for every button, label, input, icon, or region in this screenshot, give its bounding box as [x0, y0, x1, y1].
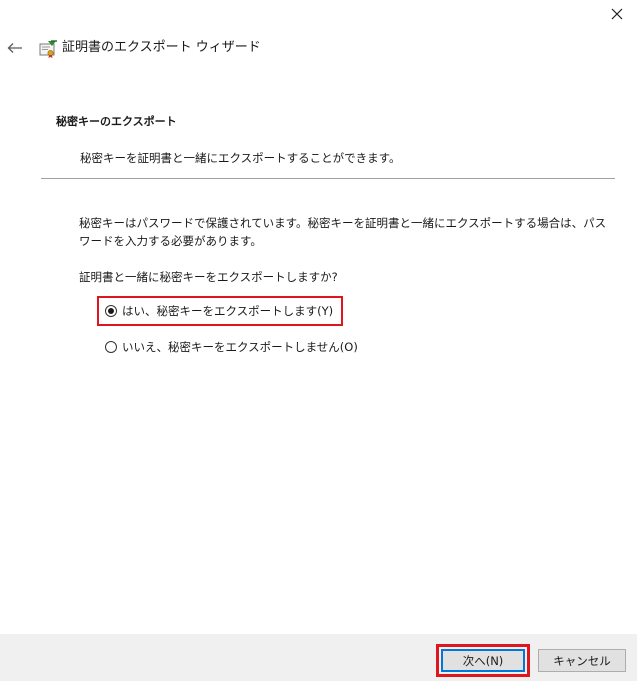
close-button[interactable]: [603, 2, 631, 26]
certificate-icon: [38, 39, 58, 59]
section-description: 秘密キーを証明書と一緒にエクスポートすることができます。: [80, 151, 401, 165]
cancel-button[interactable]: キャンセル: [538, 649, 626, 672]
export-wizard-window: 証明書のエクスポート ウィザード 秘密キーのエクスポート 秘密キーを証明書と一緒…: [0, 0, 637, 681]
password-notice: 秘密キーはパスワードで保護されています。秘密キーを証明書と一緒にエクスポートする…: [79, 216, 607, 248]
section-heading: 秘密キーのエクスポート: [56, 115, 177, 128]
back-arrow-icon: [7, 39, 23, 58]
close-icon: [611, 5, 623, 24]
radio-export-no-label: いいえ、秘密キーをエクスポートしません(O): [122, 340, 358, 354]
window-title: 証明書のエクスポート ウィザード: [62, 40, 261, 55]
radio-button-unchecked[interactable]: [105, 341, 117, 353]
header-divider: [41, 178, 615, 179]
back-button[interactable]: [4, 38, 26, 58]
radio-button-checked[interactable]: [105, 305, 117, 317]
next-button[interactable]: 次へ(N): [441, 649, 525, 672]
radio-export-yes[interactable]: はい、秘密キーをエクスポートします(Y): [97, 296, 344, 326]
export-question: 証明書と一緒に秘密キーをエクスポートしますか?: [79, 270, 338, 284]
radio-export-yes-label: はい、秘密キーをエクスポートします(Y): [122, 304, 334, 318]
radio-export-no[interactable]: いいえ、秘密キーをエクスポートしません(O): [105, 338, 358, 356]
